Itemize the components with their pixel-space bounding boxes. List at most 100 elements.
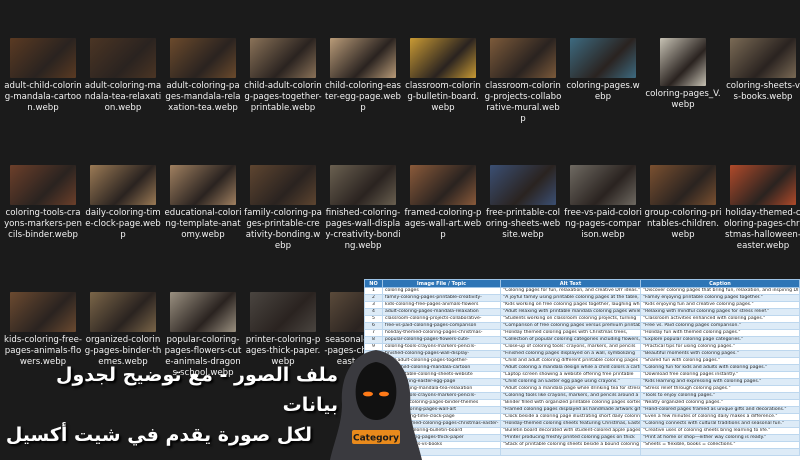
column-header-alt: Alt Text	[500, 279, 641, 288]
table-cell: "Stack of printable coloring sheets besi…	[500, 441, 641, 449]
file-name: free-vs-paid-coloring-pages-comparison.w…	[564, 208, 642, 240]
file-item[interactable]: classroom-coloring-projects-collaborativ…	[484, 38, 562, 125]
file-item[interactable]: coloring-pages_V.webp	[644, 38, 722, 111]
table-row: 22printer-coloring-pages-thick-paper"Pri…	[364, 434, 800, 442]
file-name: coloring-pages_V.webp	[645, 89, 721, 110]
file-item[interactable]: educational-coloring-template-anatomy.we…	[164, 165, 242, 241]
table-cell: "Holiday-themed coloring sheets featurin…	[500, 420, 641, 428]
table-row: 3 kids-coloring-free-pages-animals-flower…	[364, 301, 800, 309]
file-item[interactable]: free-printable-coloring-sheets-website.w…	[484, 165, 562, 241]
table-cell: "Practical tips for using coloring pages…	[640, 343, 800, 351]
file-item[interactable]: coloring-pages.webp	[564, 38, 642, 103]
caption-line-1: ملف الصور - مع توضيح لجدول بيانات	[55, 364, 338, 416]
table-cell: "Stress relief through coloring pages."	[640, 385, 800, 393]
caption-line-2: لكل صورة يقدم في شيت أكسيل	[5, 424, 312, 446]
file-name: coloring-pages.webp	[566, 81, 640, 102]
file-item[interactable]: printer-coloring-pages-thick-paper.webp	[244, 292, 322, 368]
file-item[interactable]: group-coloring-printables-children.webp	[644, 165, 722, 241]
table-cell: coloring pages	[382, 287, 501, 295]
table-cell: "Finished coloring pages displayed on a …	[500, 350, 641, 358]
file-name: classroom-coloring-projects-collaborativ…	[484, 81, 562, 124]
table-row: 19daily-coloring-time-clock-page"Clock b…	[364, 413, 800, 421]
table-row: 20holiday-themed-coloring-pages-christma…	[364, 420, 800, 428]
file-item[interactable]: finished-coloring-pages-wall-display-cre…	[324, 165, 402, 252]
file-name: adult-child-coloring-mandala-cartoon.web…	[4, 81, 82, 113]
file-item[interactable]: adult-child-coloring-mandala-cartoon.web…	[4, 38, 82, 114]
table-cell: "Adult coloring a mandala page while dri…	[500, 385, 641, 393]
file-item[interactable]: coloring-tools-crayons-markers-pencils-b…	[4, 165, 82, 241]
table-cell: 7	[364, 329, 383, 337]
table-row: 13free-printable-coloring-sheets-website…	[364, 371, 800, 379]
table-cell: "Beautiful moments with coloring pages."	[640, 350, 800, 358]
table-cell: "Classroom activities enhanced with colo…	[640, 315, 800, 323]
file-name: educational-coloring-template-anatomy.we…	[164, 208, 242, 240]
table-cell: "Kids working on free coloring pages tog…	[500, 301, 641, 309]
file-item[interactable]: organized-coloring-pages-binder-themes.w…	[84, 292, 162, 368]
file-item[interactable]: coloring-sheets-vs-books.webp	[724, 38, 800, 103]
table-cell: 3	[364, 301, 383, 309]
image-thumbnail-icon	[10, 292, 76, 332]
table-cell: "A joyful family using printable colorin…	[500, 294, 641, 302]
file-item[interactable]: daily-coloring-time-clock-page.webp	[84, 165, 162, 241]
file-name: free-printable-coloring-sheets-website.w…	[485, 208, 561, 240]
table-cell: "Close-up of coloring tools: crayons, ma…	[500, 343, 641, 351]
table-cell: 1	[364, 287, 383, 295]
table-cell: family-coloring-pages-printable-creativi…	[382, 294, 501, 302]
image-thumbnail-icon	[410, 38, 476, 78]
table-cell: "Coloring pages for fun, relaxation, and…	[500, 287, 641, 295]
image-thumbnail-icon	[730, 165, 796, 205]
table-cell: "Download free coloring pages instantly.…	[640, 371, 800, 379]
file-item[interactable]: child-coloring-easter-egg-page.webp	[324, 38, 402, 114]
table-cell: popular-coloring-pages-flowers-cute-	[382, 336, 501, 344]
image-thumbnail-icon	[660, 38, 706, 86]
table-row: 7 holiday-themed-coloring-pages-christmas…	[364, 329, 800, 337]
arabic-caption: ملف الصور - مع توضيح لجدول بيانات لكل صو…	[0, 360, 356, 450]
file-item[interactable]: classroom-coloring-bulletin-board.webp	[404, 38, 482, 114]
table-cell: 4	[364, 308, 383, 316]
table-cell: "Framed coloring pages displayed as hand…	[500, 406, 641, 414]
image-thumbnail-icon	[250, 292, 316, 332]
table-cell: 6	[364, 322, 383, 330]
table-cell: "Child coloring an Easter egg page using…	[500, 378, 641, 386]
image-thumbnail-icon	[170, 165, 236, 205]
table-row: 16coloring-tools-crayons-markers-pencils…	[364, 392, 800, 400]
file-name: classroom-coloring-bulletin-board.webp	[405, 81, 481, 113]
table-cell: "Relaxing with mindful coloring pages fo…	[640, 308, 800, 316]
image-thumbnail-icon	[730, 38, 796, 78]
table-cell: "Clock beside a coloring page illustrati…	[500, 413, 641, 421]
table-cell: "Printer producing freshly printed color…	[500, 434, 641, 442]
table-cell: "Holiday fun with themed coloring pages.…	[640, 329, 800, 337]
table-cell: "Students working on classroom coloring …	[500, 315, 641, 323]
file-item[interactable]: framed-coloring-pages-wall-art.webp	[404, 165, 482, 241]
file-name: child-coloring-easter-egg-page.webp	[324, 81, 402, 113]
table-row: 12adult-child-coloring-mandala-cartoon"A…	[364, 364, 800, 372]
file-item[interactable]: family-coloring-pages-printable-creativi…	[244, 165, 322, 252]
table-cell: "Coloring fun for kids and adults with c…	[640, 364, 800, 372]
table-row: 9 coloring-tools-crayons-markers-pencils-…	[364, 343, 800, 351]
file-item[interactable]: free-vs-paid-coloring-pages-comparison.w…	[564, 165, 642, 241]
file-item[interactable]: adult-coloring-mandala-tea-relaxation.we…	[84, 38, 162, 114]
table-cell: 8	[364, 336, 383, 344]
image-thumbnail-icon	[90, 38, 156, 78]
table-cell: "Family enjoying printable coloring page…	[640, 294, 800, 302]
table-cell: "Collection of popular coloring categori…	[500, 336, 641, 344]
table-cell: classroom-coloring-projects-collaborativ…	[382, 315, 501, 323]
table-row: 5 classroom-coloring-projects-collaborati…	[364, 315, 800, 323]
file-item[interactable]: holiday-themed-coloring-pages-christmas-…	[724, 165, 800, 252]
file-item[interactable]: kids-coloring-free-pages-animals-flowers…	[4, 292, 82, 368]
column-header-no: NO	[364, 279, 383, 288]
file-name: child-adult-coloring-pages-together-prin…	[244, 81, 322, 113]
spreadsheet-overlay: NO Image File / Topic Alt Text Caption 1…	[364, 279, 800, 460]
table-cell: "Free vs. Paid coloring pages comparison…	[640, 322, 800, 330]
file-item[interactable]: adult-coloring-pages-mandala-relaxation-…	[164, 38, 242, 114]
table-cell: "Bulletin board decorated with student-c…	[500, 427, 641, 435]
file-name: daily-coloring-time-clock-page.webp	[85, 208, 161, 240]
table-cell: kids-coloring-free-pages-animals-flowers	[382, 301, 501, 309]
image-thumbnail-icon	[570, 165, 636, 205]
table-cell: 5	[364, 315, 383, 323]
table-cell: "Explore popular coloring page categorie…	[640, 336, 800, 344]
table-row: 8 popular-coloring-pages-flowers-cute- "Co…	[364, 336, 800, 344]
file-name: framed-coloring-pages-wall-art.webp	[404, 208, 482, 240]
image-thumbnail-icon	[250, 38, 316, 78]
file-item[interactable]: child-adult-coloring-pages-together-prin…	[244, 38, 322, 114]
